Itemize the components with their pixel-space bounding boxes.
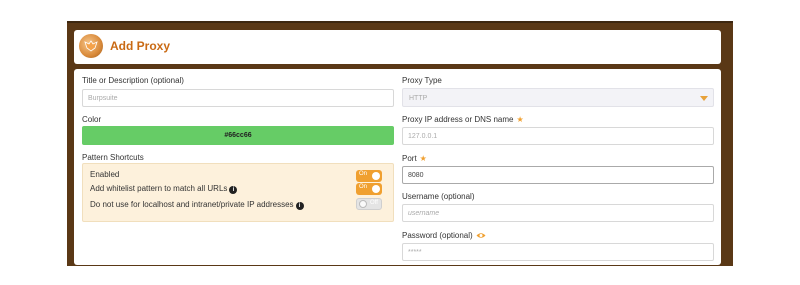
password-label-text: Password (optional): [402, 231, 473, 240]
shortcut-localhost-label: Do not use for localhost and intranet/pr…: [90, 200, 294, 209]
chevron-down-icon: [700, 96, 708, 101]
required-star-icon: ★: [419, 154, 427, 163]
info-icon[interactable]: i: [229, 186, 238, 194]
toggle-knob: [372, 185, 380, 193]
whitelist-toggle[interactable]: On: [356, 183, 382, 195]
foxyproxy-logo-icon: [79, 34, 103, 58]
page-title: Add Proxy: [110, 39, 171, 53]
proxy-ip-label: Proxy IP address or DNS name ★: [402, 115, 524, 124]
eye-icon[interactable]: [476, 232, 486, 241]
header: Add Proxy: [74, 30, 721, 64]
localhost-toggle[interactable]: Off: [356, 198, 382, 210]
info-icon[interactable]: i: [295, 202, 304, 210]
port-label: Port ★: [402, 154, 427, 163]
toggle-state: On: [359, 184, 368, 190]
proxy-ip-input[interactable]: 127.0.0.1: [402, 127, 714, 145]
title-input[interactable]: Burpsuite: [82, 89, 394, 107]
port-label-text: Port: [402, 154, 417, 163]
pattern-shortcuts-label: Pattern Shortcuts: [82, 153, 144, 162]
password-input[interactable]: *****: [402, 243, 714, 261]
enabled-toggle[interactable]: On: [356, 170, 382, 182]
toggle-knob: [359, 200, 367, 208]
toggle-state: On: [359, 171, 368, 177]
color-picker[interactable]: #66cc66: [82, 126, 394, 145]
shortcut-whitelist: Add whitelist pattern to match all URLs i: [90, 184, 238, 194]
shortcut-whitelist-label: Add whitelist pattern to match all URLs: [90, 184, 228, 193]
toggle-state: Off: [370, 200, 378, 206]
username-label: Username (optional): [402, 192, 475, 201]
shortcut-enabled: Enabled: [90, 170, 119, 179]
username-input[interactable]: username: [402, 204, 714, 222]
color-label: Color: [82, 115, 102, 124]
toggle-knob: [372, 172, 380, 180]
required-star-icon: ★: [516, 115, 524, 124]
port-input[interactable]: 8080: [402, 166, 714, 184]
proxy-type-label: Proxy Type: [402, 76, 442, 85]
shortcut-enabled-label: Enabled: [90, 170, 120, 179]
proxy-ip-label-text: Proxy IP address or DNS name: [402, 115, 514, 124]
pattern-shortcuts-box: Enabled On Add whitelist pattern to matc…: [82, 163, 394, 222]
proxy-type-value: HTTP: [409, 95, 428, 102]
proxy-type-select[interactable]: HTTP: [402, 88, 714, 107]
shortcut-localhost: Do not use for localhost and intranet/pr…: [90, 200, 304, 210]
title-label: Title or Description (optional): [82, 76, 184, 85]
password-label: Password (optional): [402, 231, 486, 241]
